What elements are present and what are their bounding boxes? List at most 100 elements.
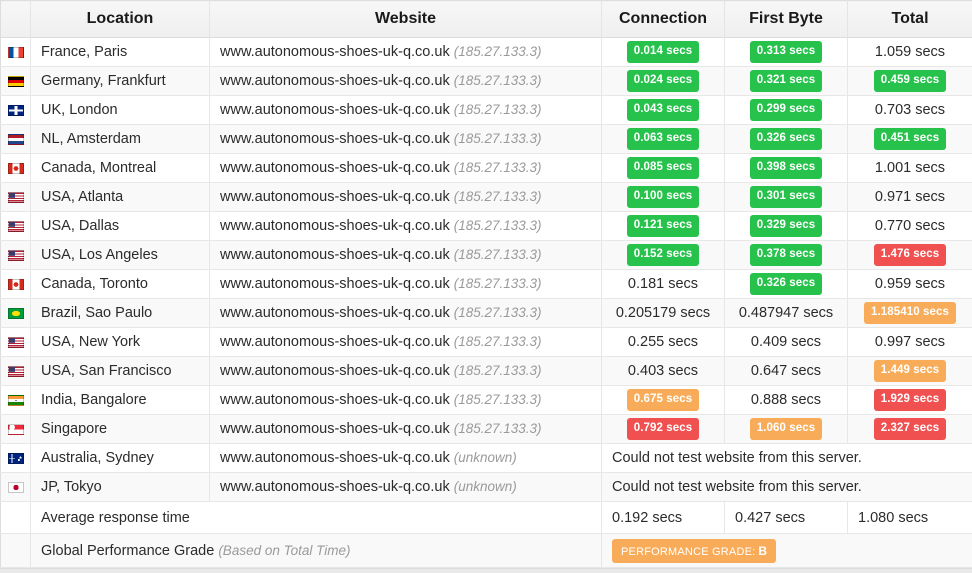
flag-cell [0,443,31,473]
table-row: Canada, Montreal www.autonomous-shoes-uk-… [0,153,972,183]
website-cell: www.autonomous-shoes-uk-q.co.uk (185.27.… [209,211,602,241]
total-cell: 1.059 secs [847,37,972,67]
table-row: UK, London www.autonomous-shoes-uk-q.co.u… [0,95,972,125]
website-cell: www.autonomous-shoes-uk-q.co.uk (185.27.… [209,269,602,299]
column-header-connection[interactable]: Connection [601,0,725,38]
location-cell: USA, New York [30,327,210,357]
first-byte-cell: 0.329 secs [724,211,848,241]
connection-cell: 0.024 secs [601,66,725,96]
table-header-row: Location Website Connection First Byte T… [0,0,972,38]
website-cell: www.autonomous-shoes-uk-q.co.uk (185.27.… [209,356,602,386]
flag-cell [0,182,31,212]
location-cell: Australia, Sydney [30,443,210,473]
resolved-ip: (185.27.133.3) [453,73,542,88]
resolved-ip: (185.27.133.3) [453,305,542,320]
resolved-ip: (185.27.133.3) [453,102,542,117]
column-header-first-byte[interactable]: First Byte [724,0,848,38]
website-cell: www.autonomous-shoes-uk-q.co.uk (185.27.… [209,66,602,96]
table-row: Singapore www.autonomous-shoes-uk-q.co.uk… [0,414,972,444]
status-badge: 0.301 secs [749,186,823,208]
status-badge: 0.792 secs [626,418,700,440]
connection-cell: 0.014 secs [601,37,725,67]
status-badge: 0.043 secs [626,99,700,121]
flag-cell [0,66,31,96]
table-row: Australia, Sydney www.autonomous-shoes-uk… [0,443,972,473]
resolved-ip: (185.27.133.3) [453,276,542,291]
location-cell: USA, Atlanta [30,182,210,212]
table-row: USA, Los Angeles www.autonomous-shoes-uk-… [0,240,972,270]
flag-usa-icon [7,191,24,203]
total-cell: 0.459 secs [847,66,972,96]
resolved-ip: (185.27.133.3) [453,421,542,436]
website-cell: www.autonomous-shoes-uk-q.co.uk (185.27.… [209,298,602,328]
flag-cell [0,298,31,328]
website-cell: www.autonomous-shoes-uk-q.co.uk (185.27.… [209,37,602,67]
flag-cell [0,37,31,67]
error-message-cell: Could not test website from this server. [601,472,972,502]
status-badge: 0.329 secs [749,215,823,237]
first-byte-cell: 0.409 secs [724,327,848,357]
location-cell: France, Paris [30,37,210,67]
location-cell: NL, Amsterdam [30,124,210,154]
total-cell: 1.449 secs [847,356,972,386]
location-cell: Singapore [30,414,210,444]
average-response-row: Average response time 0.192 secs 0.427 sec… [0,501,972,534]
website-cell: www.autonomous-shoes-uk-q.co.uk (185.27.… [209,182,602,212]
first-byte-cell: 1.060 secs [724,414,848,444]
status-badge: 1.449 secs [873,360,947,382]
resolved-ip: (185.27.133.3) [453,160,542,175]
flag-cell [0,240,31,270]
flag-cell [0,414,31,444]
connection-cell: 0.100 secs [601,182,725,212]
flag-usa-icon [7,365,24,377]
status-badge: 1.929 secs [873,389,947,411]
location-cell: Brazil, Sao Paulo [30,298,210,328]
performance-grade-value: B [758,543,768,558]
table-row: JP, Tokyo www.autonomous-shoes-uk-q.co.uk… [0,472,972,502]
connection-cell: 0.792 secs [601,414,725,444]
grade-badge-cell: PERFORMANCE GRADE: B [601,533,972,568]
table-row: Germany, Frankfurt www.autonomous-shoes-u… [0,66,972,96]
total-cell: 0.959 secs [847,269,972,299]
table-body: France, Paris www.autonomous-shoes-uk-q.c… [0,37,972,568]
flag-netherlands-icon [7,133,24,145]
first-byte-cell: 0.378 secs [724,240,848,270]
flag-usa-icon [7,249,24,261]
first-byte-cell: 0.888 secs [724,385,848,415]
status-badge: 0.313 secs [749,41,823,63]
status-badge: 0.024 secs [626,70,700,92]
total-cell: 1.001 secs [847,153,972,183]
location-cell: Canada, Montreal [30,153,210,183]
table-row: USA, Atlanta www.autonomous-shoes-uk-q.co… [0,182,972,212]
status-badge: 0.459 secs [873,70,947,92]
performance-grade-badge: PERFORMANCE GRADE: B [612,538,777,563]
first-byte-cell: 0.398 secs [724,153,848,183]
flag-canada-icon [7,278,24,290]
column-header-total[interactable]: Total [847,0,972,38]
website-cell: www.autonomous-shoes-uk-q.co.uk (185.27.… [209,385,602,415]
column-header-location[interactable]: Location [30,0,210,38]
status-badge: 0.326 secs [749,273,823,295]
grade-basis-note: (Based on Total Time) [218,542,351,558]
column-header-website[interactable]: Website [209,0,602,38]
performance-table-container: Location Website Connection First Byte T… [0,0,972,569]
flag-cell [0,327,31,357]
average-response-label: Average response time [30,501,602,534]
status-badge: 0.326 secs [749,128,823,150]
connection-cell: 0.255 secs [601,327,725,357]
resolved-ip: (185.27.133.3) [453,334,542,349]
first-byte-cell: 0.647 secs [724,356,848,386]
flag-canada-icon [7,162,24,174]
location-cell: India, Bangalore [30,385,210,415]
table-row: Canada, Toronto www.autonomous-shoes-uk-q… [0,269,972,299]
first-byte-cell: 0.487947 secs [724,298,848,328]
resolved-ip: (185.27.133.3) [453,363,542,378]
website-cell: www.autonomous-shoes-uk-q.co.uk (185.27.… [209,124,602,154]
global-performance-grade-row: Global Performance Grade (Based on Total… [0,533,972,568]
connection-cell: 0.152 secs [601,240,725,270]
status-badge: 0.451 secs [873,128,947,150]
connection-cell: 0.121 secs [601,211,725,241]
flag-uk-icon [7,104,24,116]
resolved-ip: (185.27.133.3) [453,131,542,146]
error-message-cell: Could not test website from this server. [601,443,972,473]
